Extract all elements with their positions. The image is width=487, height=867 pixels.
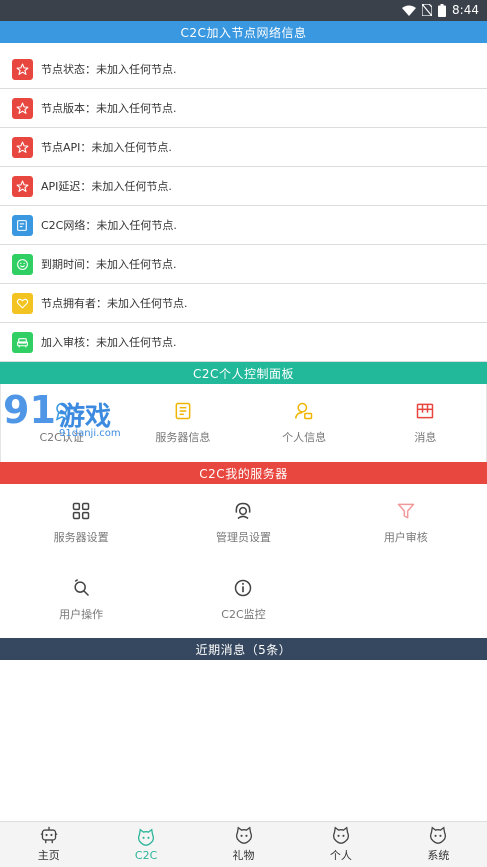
tab-person-label: 个人 [329, 849, 352, 862]
tab-c2c[interactable]: C2C [97, 822, 194, 867]
badge-icon [52, 401, 72, 421]
tab-person[interactable]: 个人 [292, 822, 389, 867]
join-section-title: C2C加入节点网络信息 [0, 21, 487, 43]
expire-time-text: 到期时间：未加入任何节点. [41, 258, 177, 271]
list-item-expire-time: 到期时间：未加入任何节点. [0, 245, 487, 284]
clock-time: 8:44 [452, 3, 479, 17]
filter-icon [396, 501, 416, 521]
cat-person-icon [331, 826, 351, 844]
admin-settings-button[interactable]: 管理员设置 [162, 484, 324, 561]
personal-info-button[interactable]: 个人信息 [244, 384, 365, 462]
user-icon [294, 401, 314, 421]
node-owner-text: 节点拥有者：未加入任何节点. [41, 297, 188, 310]
wifi-icon [402, 5, 417, 16]
bottom-tab-bar: 主页 C2C 礼物 个人 系统 [0, 821, 487, 867]
message-button[interactable]: 消息 [365, 384, 486, 462]
server-info-icon [173, 401, 193, 421]
cat-gift-icon [234, 826, 254, 844]
info-icon [233, 578, 253, 598]
list-item-node-status: 节点状态：未加入任何节点. [0, 50, 487, 89]
node-version-text: 节点版本：未加入任何节点. [41, 102, 177, 115]
control-panel-grid: C2C认证 服务器信息 个人信息 消息 91 游戏 91danji.com [0, 384, 487, 462]
cat-c2c-icon [136, 827, 156, 846]
c2c-monitor-button[interactable]: C2C监控 [162, 561, 324, 638]
tab-system[interactable]: 系统 [390, 822, 487, 867]
recent-messages-area [0, 660, 487, 826]
server-section-title: C2C我的服务器 [0, 462, 487, 484]
server-settings-button[interactable]: 服务器设置 [0, 484, 162, 561]
user-operate-button[interactable]: 用户操作 [0, 561, 162, 638]
edit-icon [12, 214, 33, 236]
list-item-join-review: 加入审核：未加入任何节点. [0, 323, 487, 362]
list-item-c2c-network: C2C网络：未加入任何节点. [0, 206, 487, 245]
server-info-button[interactable]: 服务器信息 [122, 384, 243, 462]
star-icon [12, 175, 33, 197]
node-api-text: 节点API：未加入任何节点. [41, 141, 172, 154]
tab-gift[interactable]: 礼物 [195, 822, 292, 867]
user-operate-icon [71, 578, 91, 598]
tab-system-label: 系统 [427, 849, 450, 862]
status-bar: 8:44 [0, 0, 487, 21]
star-icon [12, 97, 33, 119]
message-box-icon [415, 401, 435, 421]
list-item-node-owner: 节点拥有者：未加入任何节点. [0, 284, 487, 323]
server-grid-row-2: 用户操作 C2C监控 [0, 561, 487, 638]
heart-icon [12, 292, 33, 314]
message-label: 消息 [414, 431, 437, 444]
sofa-icon [12, 331, 33, 353]
admin-settings-label: 管理员设置 [215, 530, 271, 544]
panel-section-title: C2C个人控制面板 [0, 362, 487, 384]
server-grid-row-1: 服务器设置 管理员设置 用户审核 [0, 484, 487, 561]
list-item-node-api: 节点API：未加入任何节点. [0, 128, 487, 167]
grid-icon [71, 501, 91, 521]
list-item-api-latency: API延迟：未加入任何节点. [0, 167, 487, 206]
join-review-text: 加入审核：未加入任何节点. [41, 336, 177, 349]
node-status-text: 节点状态：未加入任何节点. [41, 63, 177, 76]
tab-gift-label: 礼物 [232, 849, 255, 862]
tab-c2c-label: C2C [134, 848, 158, 862]
server-info-label: 服务器信息 [155, 431, 211, 444]
user-review-button[interactable]: 用户审核 [325, 484, 487, 561]
recent-section-title: 近期消息（5条） [0, 638, 487, 660]
smile-icon [12, 253, 33, 275]
list-item-node-version: 节点版本：未加入任何节点. [0, 89, 487, 128]
api-latency-text: API延迟：未加入任何节点. [41, 180, 172, 193]
star-icon [12, 58, 33, 80]
cat-system-icon [428, 826, 448, 844]
tab-home[interactable]: 主页 [0, 822, 97, 867]
c2c-network-text: C2C网络：未加入任何节点. [41, 219, 177, 232]
tab-home-label: 主页 [37, 849, 60, 862]
battery-icon [438, 3, 447, 17]
server-settings-label: 服务器设置 [53, 530, 109, 544]
c2c-auth-label: C2C认证 [39, 431, 84, 444]
sim-off-icon [422, 4, 433, 16]
personal-info-label: 个人信息 [282, 431, 327, 444]
empty-cell [325, 561, 487, 638]
star-icon [12, 136, 33, 158]
node-info-list: 节点状态：未加入任何节点. 节点版本：未加入任何节点. 节点API：未加入任何节… [0, 50, 487, 362]
user-review-label: 用户审核 [383, 530, 428, 544]
robot-home-icon [39, 826, 59, 844]
c2c-monitor-label: C2C监控 [221, 607, 266, 621]
c2c-auth-button[interactable]: C2C认证 [1, 384, 122, 462]
user-operate-label: 用户操作 [59, 607, 104, 621]
headset-icon [233, 501, 253, 521]
